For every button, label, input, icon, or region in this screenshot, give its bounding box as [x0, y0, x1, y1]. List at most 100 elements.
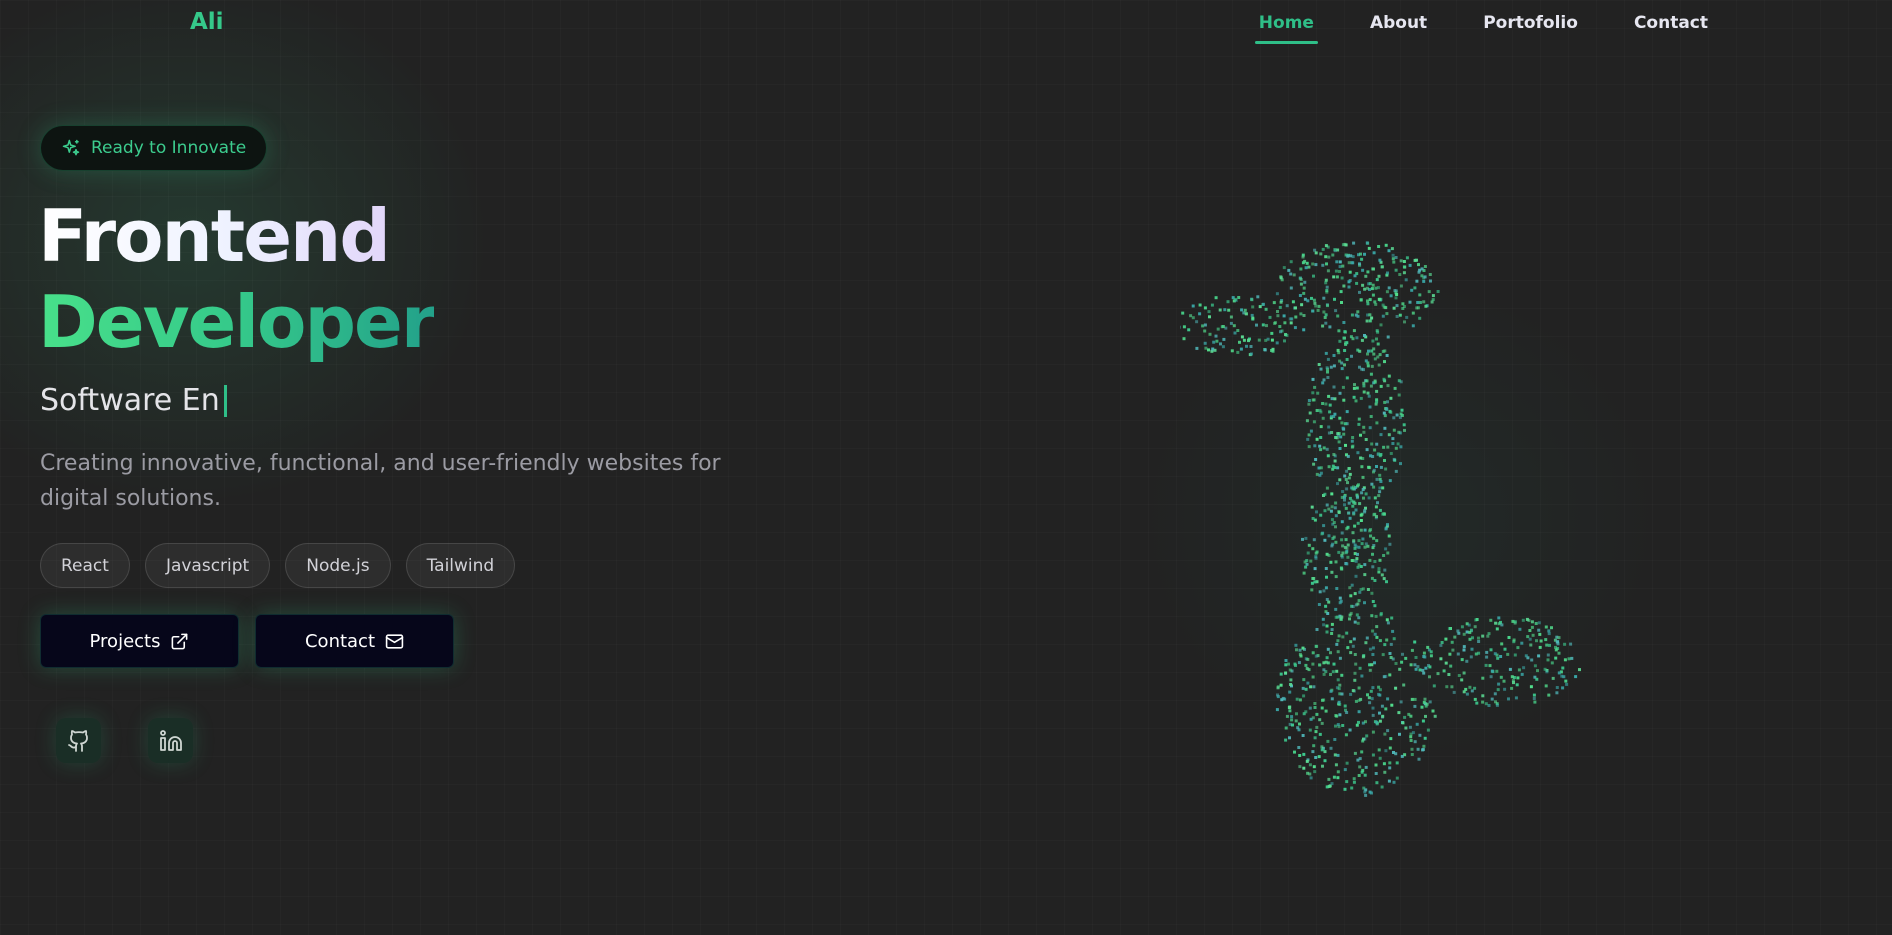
particle-dot — [1340, 276, 1344, 280]
particle-dot — [1415, 306, 1419, 310]
particle-dot — [1422, 300, 1426, 304]
particle-dot — [1350, 439, 1354, 443]
particle-dot — [1387, 249, 1391, 253]
github-link[interactable] — [56, 718, 101, 763]
particle-dot — [1436, 672, 1440, 676]
particle-dot — [1473, 697, 1477, 701]
particle-dot — [1371, 629, 1375, 633]
particle-dot — [1214, 296, 1218, 300]
particle-dot — [1287, 268, 1291, 272]
particle-dot — [1465, 659, 1469, 663]
particle-dot — [1357, 599, 1361, 603]
particle-dot — [1305, 667, 1309, 670]
particle-dot — [1198, 312, 1202, 316]
particle-dot — [1494, 621, 1498, 625]
particle-dot — [1302, 571, 1306, 575]
particle-dot — [1359, 519, 1363, 522]
particle-dot — [1325, 552, 1329, 556]
particle-dot — [1389, 656, 1393, 659]
particle-dot — [1343, 704, 1347, 708]
particle-dot — [1353, 678, 1357, 682]
tech-tags: React Javascript Node.js Tailwind — [40, 543, 516, 588]
particle-dot — [1417, 757, 1421, 761]
particle-dot — [1317, 304, 1321, 308]
nav-link-portfolio[interactable]: Portofolio — [1479, 13, 1582, 47]
particle-dot — [1334, 575, 1338, 579]
particle-dot — [1363, 601, 1366, 605]
particle-dot — [1352, 395, 1356, 399]
particle-dot — [1496, 688, 1500, 692]
particle-dot — [1324, 402, 1328, 406]
particle-dot — [1422, 700, 1426, 704]
particle-dot — [1423, 736, 1427, 740]
particle-dot — [1352, 386, 1356, 390]
particle-dot — [1372, 536, 1376, 540]
particle-dot — [1339, 290, 1343, 294]
particle-dot — [1208, 332, 1212, 336]
particle-dot — [1417, 263, 1420, 267]
particle-dot — [1428, 675, 1431, 679]
particle-dot — [1414, 667, 1418, 671]
particle-dot — [1348, 586, 1352, 590]
particle-dot — [1390, 247, 1394, 251]
particle-dot — [1249, 345, 1253, 348]
particle-dot — [1375, 337, 1378, 341]
particle-dot — [1289, 286, 1293, 290]
particle-dot — [1315, 644, 1319, 648]
particle-dot — [1365, 286, 1369, 290]
particle-dot — [1366, 302, 1370, 306]
particle-dot — [1284, 671, 1288, 675]
particle-dot — [1457, 674, 1461, 677]
particle-dot — [1275, 292, 1279, 296]
particle-dot — [1485, 650, 1489, 654]
site-logo[interactable]: Ali — [190, 9, 224, 35]
linkedin-link[interactable] — [148, 718, 193, 763]
contact-button[interactable]: Contact — [255, 614, 454, 668]
particle-dot — [1317, 363, 1321, 366]
particle-dot — [1377, 363, 1381, 367]
particle-dot — [1385, 312, 1389, 316]
particle-dot — [1310, 588, 1314, 592]
particle-dot — [1301, 261, 1305, 265]
particle-dot — [1325, 447, 1329, 451]
particle-dot — [1355, 386, 1359, 390]
particle-dot — [1333, 297, 1336, 301]
nav-link-contact[interactable]: Contact — [1630, 13, 1712, 47]
particle-dot — [1377, 274, 1381, 278]
particle-dot — [1335, 260, 1339, 264]
particle-dot — [1557, 651, 1561, 655]
particle-dot — [1481, 700, 1485, 704]
particle-animation — [1180, 230, 1650, 810]
particle-dot — [1391, 442, 1395, 445]
projects-button[interactable]: Projects — [40, 614, 239, 668]
particle-dot — [1353, 383, 1356, 387]
particle-dot — [1460, 658, 1464, 662]
typing-subtitle: Software En — [40, 383, 227, 418]
particle-dot — [1352, 500, 1356, 504]
particle-dot — [1422, 279, 1426, 283]
particle-dot — [1374, 772, 1378, 775]
particle-dot — [1365, 636, 1369, 640]
particle-dot — [1451, 648, 1455, 652]
particle-dot — [1404, 278, 1408, 282]
particle-dot — [1486, 634, 1490, 638]
particle-dot — [1330, 414, 1333, 418]
particle-dot — [1324, 567, 1328, 570]
particle-dot — [1287, 706, 1291, 709]
particle-dot — [1313, 770, 1317, 774]
particle-dot — [1416, 665, 1420, 669]
nav-link-home[interactable]: Home — [1254, 13, 1319, 47]
particle-dot — [1384, 467, 1388, 471]
particle-dot — [1264, 338, 1268, 342]
particle-dot — [1520, 672, 1524, 676]
particle-dot — [1350, 313, 1354, 317]
nav-link-about[interactable]: About — [1366, 13, 1431, 47]
particle-dot — [1423, 697, 1427, 701]
particle-dot — [1569, 642, 1573, 646]
particle-dot — [1554, 645, 1557, 649]
particle-dot — [1198, 303, 1202, 307]
particle-dot — [1475, 618, 1479, 621]
particle-dot — [1398, 415, 1402, 419]
particle-dot — [1330, 492, 1334, 496]
particle-dot — [1515, 683, 1519, 687]
